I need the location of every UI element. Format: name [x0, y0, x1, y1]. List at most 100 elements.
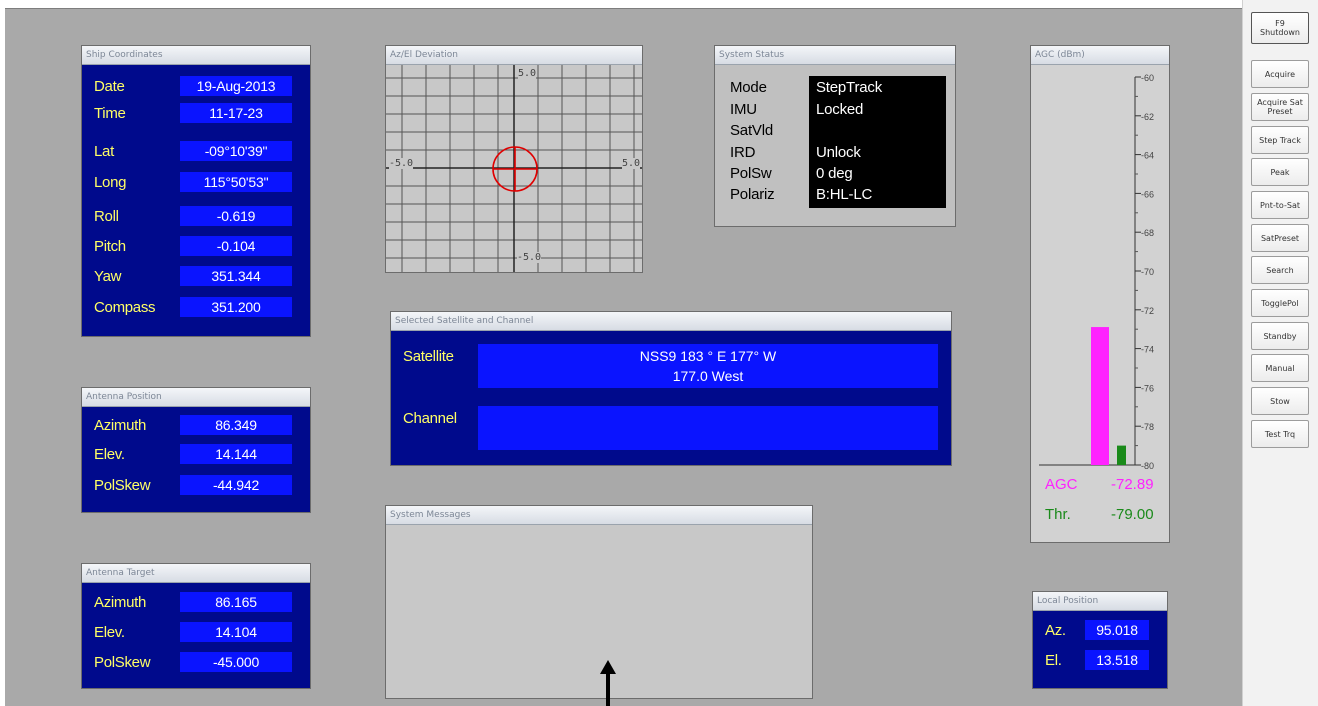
agc-scale-label: -74 [1141, 345, 1154, 355]
threshold-level-bar [1117, 445, 1126, 465]
roll-label: Roll [94, 208, 119, 225]
time-row: Time 11-17-23 [82, 103, 310, 125]
deviation-right-label: 5.0 [622, 158, 641, 169]
agc-bar-chart: -60 -62 -64 -66 -68 -70 -72 -74 -76 -78 -80 [1039, 73, 1154, 471]
agc-title: AGC (dBm) [1031, 46, 1169, 65]
anttgt-polskew-label: PolSkew [94, 654, 151, 671]
anttgt-elev-label: Elev. [94, 624, 125, 641]
antpos-azimuth-label: Azimuth [94, 417, 147, 434]
azel-deviation-panel: Az/El Deviation 5.0 -5.0 -5.0 5.0 [385, 45, 643, 273]
agc-scale-label: -72 [1141, 306, 1154, 316]
anttgt-azimuth-label: Azimuth [94, 594, 147, 611]
antenna-position-panel: Antenna Position Azimuth 86.349 Elev. 14… [81, 387, 311, 513]
compass-value: 351.200 [180, 297, 292, 317]
date-label: Date [94, 78, 125, 95]
yaw-value: 351.344 [180, 266, 292, 286]
antpos-elev-value: 14.144 [180, 444, 292, 464]
acquire-sat-preset-button[interactable]: Acquire Sat Preset [1251, 93, 1309, 121]
agc-scale-label: -80 [1141, 461, 1154, 471]
local-position-panel: Local Position Az. 95.018 El. 13.518 [1032, 591, 1168, 689]
status-satvld-label: SatVld [730, 122, 773, 139]
antpos-polskew-row: PolSkew -44.942 [82, 475, 310, 497]
status-polsw-value: 0 deg [816, 165, 853, 182]
system-status-panel: System Status Mode IMU SatVld IRD PolSw … [714, 45, 956, 227]
anttgt-azimuth-value: 86.165 [180, 592, 292, 612]
local-az-row: Az. 95.018 [1033, 620, 1167, 642]
agc-scale-label: -60 [1141, 73, 1154, 83]
command-sidebar: F9 Shutdown Acquire Acquire Sat Preset S… [1242, 0, 1318, 706]
date-row: Date 19-Aug-2013 [82, 76, 310, 98]
antpos-polskew-value: -44.942 [180, 475, 292, 495]
satellite-label: Satellite [403, 348, 454, 365]
status-polariz-value: B:HL-LC [816, 186, 873, 203]
agc-panel: AGC (dBm) -60 -62 -64 -66 -68 -70 -72 -74 -76 -78… [1030, 45, 1170, 543]
yaw-row: Yaw 351.344 [82, 266, 310, 288]
manual-button[interactable]: Manual [1251, 354, 1309, 382]
antpos-azimuth-row: Azimuth 86.349 [82, 415, 310, 437]
local-el-label: El. [1045, 652, 1062, 669]
agc-label: AGC [1045, 476, 1078, 493]
pitch-row: Pitch -0.104 [82, 236, 310, 258]
antpos-elev-row: Elev. 14.144 [82, 444, 310, 466]
compass-label: Compass [94, 299, 156, 316]
long-label: Long [94, 174, 127, 191]
satellite-value-box: NSS9 183 ° E 177° W 177.0 West [478, 344, 938, 388]
target-crosshair-icon [492, 146, 538, 192]
anttgt-elev-value: 14.104 [180, 622, 292, 642]
anttgt-elev-row: Elev. 14.104 [82, 622, 310, 644]
channel-label: Channel [403, 410, 457, 427]
long-value: 115°50'53" [180, 172, 292, 192]
step-track-button[interactable]: Step Track [1251, 126, 1309, 154]
deviation-left-label: -5.0 [389, 158, 414, 169]
system-messages-title: System Messages [386, 506, 812, 525]
agc-scale-label: -68 [1141, 228, 1154, 238]
search-button[interactable]: Search [1251, 256, 1309, 284]
azel-deviation-title: Az/El Deviation [386, 46, 642, 65]
status-polariz-label: Polariz [730, 186, 775, 203]
peak-button[interactable]: Peak [1251, 158, 1309, 186]
agc-scale-label: -66 [1141, 189, 1154, 199]
local-position-title: Local Position [1033, 592, 1167, 611]
test-trq-button[interactable]: Test Trq [1251, 420, 1309, 448]
agc-value: -72.89 [1111, 476, 1154, 493]
date-value: 19-Aug-2013 [180, 76, 292, 96]
point-to-sat-button[interactable]: Pnt-to-Sat [1251, 191, 1309, 219]
up-arrow-cursor-icon [600, 660, 616, 706]
long-row: Long 115°50'53" [82, 172, 310, 194]
standby-button[interactable]: Standby [1251, 322, 1309, 350]
lat-row: Lat -09°10'39" [82, 141, 310, 163]
shutdown-button[interactable]: F9 Shutdown [1251, 12, 1309, 44]
status-polsw-label: PolSw [730, 165, 772, 182]
status-mode-value: StepTrack [816, 79, 883, 96]
time-value: 11-17-23 [180, 103, 292, 123]
system-status-title: System Status [715, 46, 955, 65]
channel-value-box [478, 406, 938, 450]
antpos-azimuth-value: 86.349 [180, 415, 292, 435]
selected-satellite-title: Selected Satellite and Channel [391, 312, 951, 331]
deviation-top-label: 5.0 [518, 68, 537, 79]
lat-label: Lat [94, 143, 114, 160]
threshold-label: Thr. [1045, 506, 1071, 523]
ship-coordinates-panel: Ship Coordinates Date 19-Aug-2013 Time 1… [81, 45, 311, 337]
sat-preset-button[interactable]: SatPreset [1251, 224, 1309, 252]
deviation-bottom-label: -5.0 [517, 252, 542, 263]
satellite-longitude-value: 177.0 West [672, 368, 744, 384]
status-ird-label: IRD [730, 144, 756, 161]
anttgt-polskew-value: -45.000 [180, 652, 292, 672]
acquire-button[interactable]: Acquire [1251, 60, 1309, 88]
status-mode-label: Mode [730, 79, 767, 96]
toggle-pol-button[interactable]: TogglePol [1251, 289, 1309, 317]
status-imu-label: IMU [730, 101, 757, 118]
time-label: Time [94, 105, 126, 122]
ship-coordinates-title: Ship Coordinates [82, 46, 310, 65]
antpos-elev-label: Elev. [94, 446, 125, 463]
stow-button[interactable]: Stow [1251, 387, 1309, 415]
lat-value: -09°10'39" [180, 141, 292, 161]
satellite-name-value: NSS9 183 ° E 177° W [639, 348, 777, 364]
agc-scale-label: -70 [1141, 267, 1154, 277]
antpos-polskew-label: PolSkew [94, 477, 151, 494]
yaw-label: Yaw [94, 268, 122, 285]
agc-scale-label: -78 [1141, 422, 1154, 432]
local-az-label: Az. [1045, 622, 1066, 639]
status-ird-value: Unlock [816, 144, 861, 161]
